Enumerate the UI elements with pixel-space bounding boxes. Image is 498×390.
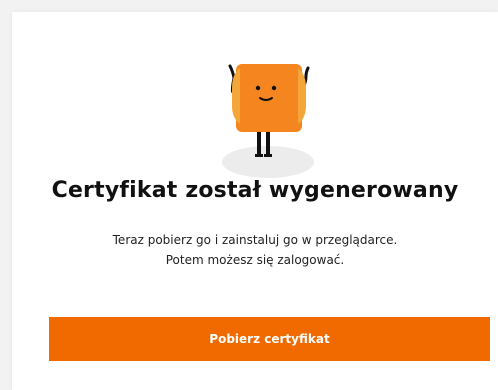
waving-mascot-icon [222, 64, 314, 178]
instructions-text: Teraz pobierz go i zainstaluj go w przeg… [12, 230, 498, 270]
certificate-card: Certyfikat został wygenerowany Teraz pob… [12, 12, 498, 390]
instructions-line-2: Potem możesz się zalogować. [165, 253, 345, 267]
instructions-line-1: Teraz pobierz go i zainstaluj go w przeg… [112, 233, 398, 247]
download-certificate-button[interactable]: Pobierz certyfikat [49, 317, 490, 361]
page-title: Certyfikat został wygenerowany [51, 178, 459, 203]
